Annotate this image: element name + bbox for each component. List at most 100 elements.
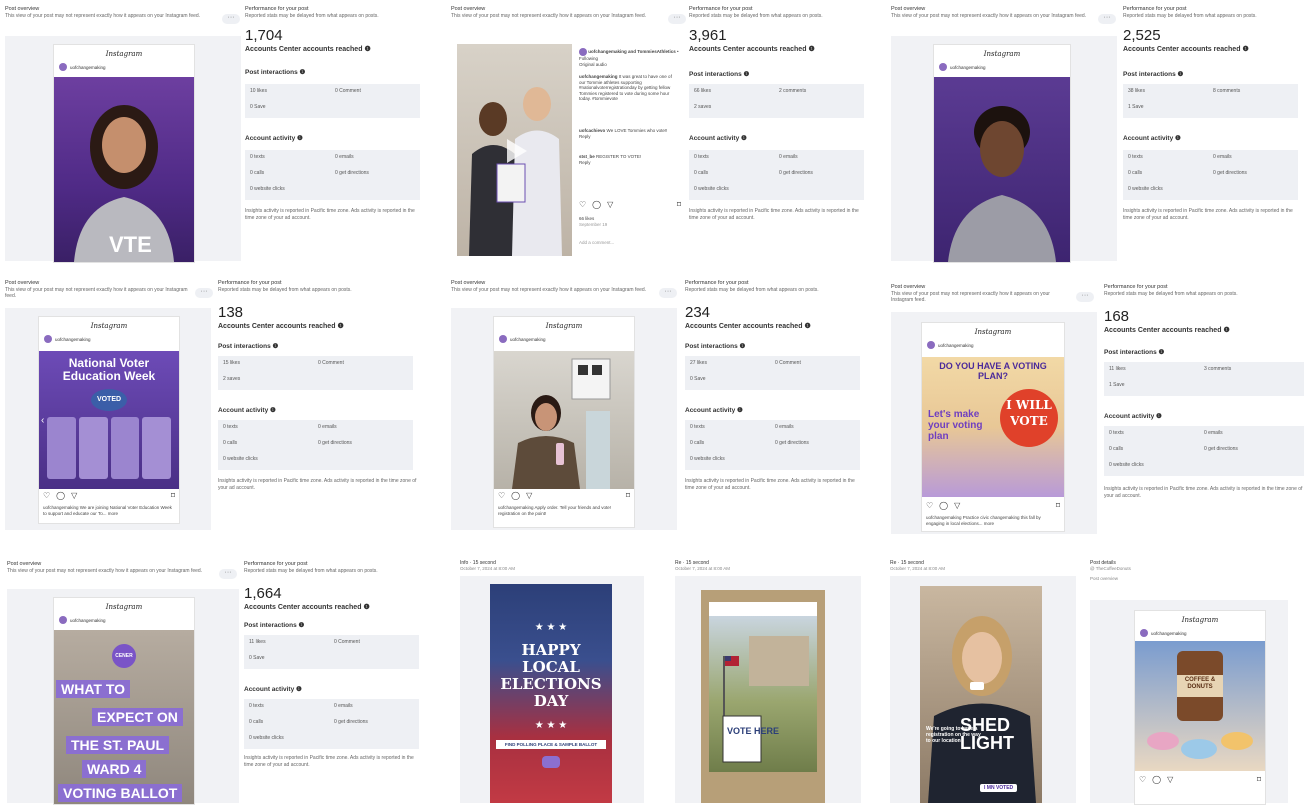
story-headline: HAPPY LOCAL ELECTIONS DAY: [500, 641, 602, 710]
calls-stat: 0 calls: [1109, 446, 1124, 452]
more-options-button[interactable]: ···: [668, 14, 686, 24]
reply-link[interactable]: Reply: [579, 160, 591, 165]
avatar: [499, 335, 507, 343]
post-overview-3: Post overview This view of your post may…: [891, 6, 1121, 263]
comment-icon[interactable]: ◯: [592, 201, 601, 208]
headline-line-5: VOTING BALLOT: [58, 784, 183, 802]
texts-stat: 0 texts: [223, 424, 238, 430]
bookmark-icon[interactable]: ⌑: [171, 491, 175, 500]
i-will-vote-button: I WILL VOTE: [1000, 389, 1058, 447]
website-clicks-stat: 0 website clicks: [690, 456, 725, 462]
post-interactions-box: 10 likes 0 Comment 0 Save: [245, 84, 420, 118]
story-date: October 7, 2024 at 8:00 AM: [675, 566, 731, 571]
more-options-button[interactable]: ···: [222, 14, 240, 24]
info-icon: ❶: [743, 71, 750, 78]
website-clicks-stat: 0 website clicks: [1128, 186, 1163, 192]
post-overview-5: Post overview This view of your post may…: [451, 280, 679, 530]
instagram-logo: Instagram: [974, 328, 1012, 336]
post-interactions-box: 27 likes 0 Comment 0 Save: [685, 356, 860, 390]
headline-line-3: THE ST. PAUL: [66, 736, 170, 754]
more-options-button[interactable]: ···: [195, 288, 213, 298]
share-icon[interactable]: ▽: [526, 491, 532, 500]
info-icon: ❶: [270, 407, 276, 414]
post-preview: uofchangemaking and TommiesAthletics • F…: [457, 44, 685, 256]
heart-icon[interactable]: ♡: [498, 491, 505, 500]
post-overview-title: Post overview: [451, 6, 486, 12]
polling-place-link[interactable]: FIND POLLING PLACE & SAMPLE BALLOT: [496, 740, 606, 749]
post-author: uofchangemaking: [59, 616, 106, 624]
accounts-reached-value: 1,664: [244, 585, 282, 602]
share-icon[interactable]: ▽: [954, 501, 960, 510]
instagram-logo: Instagram: [1181, 616, 1219, 624]
website-clicks-stat: 0 website clicks: [249, 735, 284, 741]
post-author: uofchangemaking: [927, 341, 974, 349]
post-interactions-title: Post interactions ❶: [1123, 71, 1184, 78]
website-clicks-stat: 0 website clicks: [1109, 462, 1144, 468]
avatar: [59, 616, 67, 624]
share-icon[interactable]: ▽: [1167, 775, 1173, 784]
username: uofchangemaking: [1151, 630, 1187, 636]
bookmark-icon[interactable]: ⌑: [1056, 501, 1060, 510]
info-cards: [47, 417, 171, 479]
post-interactions-box: 66 likes 2 comments 2 saves: [689, 84, 864, 118]
perf-note: Reported stats may be delayed from what …: [244, 568, 378, 574]
person-photo: VTE: [74, 105, 174, 262]
accounts-reached-value: 234: [685, 304, 711, 321]
post-overview-title: Post overview: [5, 280, 40, 286]
post-photo: [934, 77, 1070, 262]
account-activity-title: Account activity ❶: [1123, 135, 1181, 142]
likes-stat: 38 likes: [1128, 88, 1145, 94]
texts-stat: 0 texts: [1109, 430, 1124, 436]
comment-icon[interactable]: ◯: [1152, 775, 1161, 784]
more-options-button[interactable]: ···: [1076, 292, 1094, 302]
more-options-button[interactable]: ···: [1098, 14, 1116, 24]
coffee-donuts-illustration: [1147, 651, 1253, 759]
mn-voted-sticker: I MN VOTED: [980, 784, 1018, 792]
more-options-button[interactable]: ···: [659, 288, 677, 298]
post-overview-2: Post overview This view of your post may…: [451, 6, 687, 261]
bookmark-icon[interactable]: ⌑: [1257, 775, 1261, 784]
username: uofchangemaking: [70, 64, 106, 70]
post-overview-title: Post overview: [451, 280, 486, 286]
post-overview-note: This view of your post may not represent…: [891, 13, 1087, 19]
heart-icon[interactable]: ♡: [926, 501, 933, 510]
account-activity-box: 0 texts 0 emails 0 calls 0 get direction…: [685, 420, 860, 470]
comment-icon[interactable]: ◯: [939, 501, 948, 510]
info-icon: ❶: [741, 135, 747, 142]
heart-icon[interactable]: ♡: [579, 201, 586, 208]
avatar: [1140, 629, 1148, 637]
share-icon[interactable]: ▽: [607, 201, 613, 208]
likes-stat: 11 likes: [249, 639, 266, 645]
calls-stat: 0 calls: [250, 170, 265, 176]
post-photo: VTE: [54, 77, 194, 262]
post-overview-note: This view of your post may not represent…: [451, 287, 647, 293]
story-date: October 7, 2024 at 8:00 AM: [890, 566, 946, 571]
accounts-reached-value: 138: [218, 304, 244, 321]
instagram-logo: Instagram: [545, 322, 583, 330]
voted-badge: VOTED: [91, 389, 127, 411]
post-overview-4: Post overview This view of your post may…: [5, 280, 215, 530]
reply-link[interactable]: Reply: [579, 134, 591, 139]
post-preview: Instagram uofchangemaking CENER WHAT TO …: [53, 597, 195, 805]
info-icon: ❶: [739, 343, 746, 350]
heart-icon[interactable]: ♡: [1139, 775, 1146, 784]
perf-note: Reported stats may be delayed from what …: [1123, 13, 1257, 19]
info-icon: ❶: [272, 343, 279, 350]
heart-icon[interactable]: ♡: [43, 491, 50, 500]
comment-icon[interactable]: ◯: [511, 491, 520, 500]
add-comment-input[interactable]: Add a comment...: [579, 240, 614, 246]
story-date: October 7, 2024 at 8:00 AM: [460, 566, 516, 571]
bookmark-icon[interactable]: ⌑: [626, 491, 630, 500]
chevron-left-icon[interactable]: ‹: [41, 415, 44, 426]
instagram-logo: Instagram: [105, 50, 143, 58]
likes-stat: 10 likes: [250, 88, 267, 94]
comment-icon[interactable]: ◯: [56, 491, 65, 500]
calls-stat: 0 calls: [249, 719, 264, 725]
students-photo: [469, 87, 562, 256]
share-icon[interactable]: ▽: [71, 491, 77, 500]
account-activity-title: Account activity ❶: [245, 135, 303, 142]
bookmark-icon[interactable]: ⌑: [677, 201, 681, 208]
more-options-button[interactable]: ···: [219, 569, 237, 579]
account-activity-box: 0 texts 0 emails 0 calls 0 get direction…: [689, 150, 864, 200]
headline-line-2: EXPECT ON: [92, 708, 183, 726]
